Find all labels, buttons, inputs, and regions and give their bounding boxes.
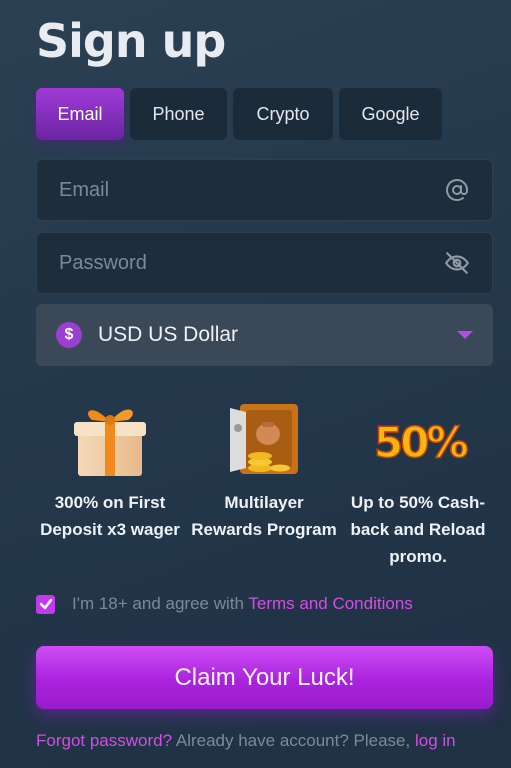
signup-method-tabs: Email Phone Crypto Google [36, 88, 442, 140]
login-link[interactable]: log in [415, 731, 456, 750]
tab-google[interactable]: Google [339, 88, 442, 140]
terms-agreement: I'm 18+ and agree with Terms and Conditi… [36, 594, 413, 614]
terms-checkbox[interactable] [36, 594, 55, 614]
promo-text: 300% on First Deposit x3 wager [40, 493, 180, 539]
check-icon [39, 598, 52, 610]
promo-rewards: Multilayer Rewards Program [189, 395, 339, 543]
page-title: Sign up [36, 14, 226, 68]
gift-box-icon [35, 395, 185, 480]
tab-email[interactable]: Email [36, 88, 124, 140]
eye-off-icon[interactable] [444, 250, 470, 276]
forgot-password-link[interactable]: Forgot password? [36, 731, 172, 750]
promo-deposit-bonus: 300% on First Deposit x3 wager [35, 395, 185, 543]
email-field [36, 159, 493, 221]
dollar-coin-icon: $ [56, 322, 82, 348]
footer: Forgot password? Already have account? P… [36, 731, 456, 751]
claim-luck-button[interactable]: Claim Your Luck! [36, 646, 493, 709]
fifty-percent-badge: 50% [374, 418, 467, 467]
currency-label: USD US Dollar [98, 323, 239, 346]
promo-text: Up to 50% Cash-back and Reload promo. [350, 493, 486, 566]
terms-prefix: I'm 18+ and agree with [72, 594, 249, 613]
password-input[interactable] [59, 251, 444, 275]
tab-crypto[interactable]: Crypto [233, 88, 333, 140]
fifty-percent-icon: 50% [343, 395, 493, 480]
tab-phone[interactable]: Phone [130, 88, 227, 140]
chevron-down-icon [457, 331, 473, 339]
currency-select[interactable]: $ USD US Dollar [36, 304, 493, 366]
terms-text: I'm 18+ and agree with Terms and Conditi… [72, 594, 413, 614]
account-text: Already have account? Please, [172, 731, 415, 750]
promo-cashback: 50% Up to 50% Cash-back and Reload promo… [343, 395, 493, 570]
email-input[interactable] [59, 178, 444, 202]
promo-text: Multilayer Rewards Program [191, 493, 337, 539]
password-field [36, 232, 493, 294]
safe-with-coins-icon [189, 395, 339, 480]
terms-link[interactable]: Terms and Conditions [248, 594, 412, 613]
at-icon [444, 177, 470, 203]
